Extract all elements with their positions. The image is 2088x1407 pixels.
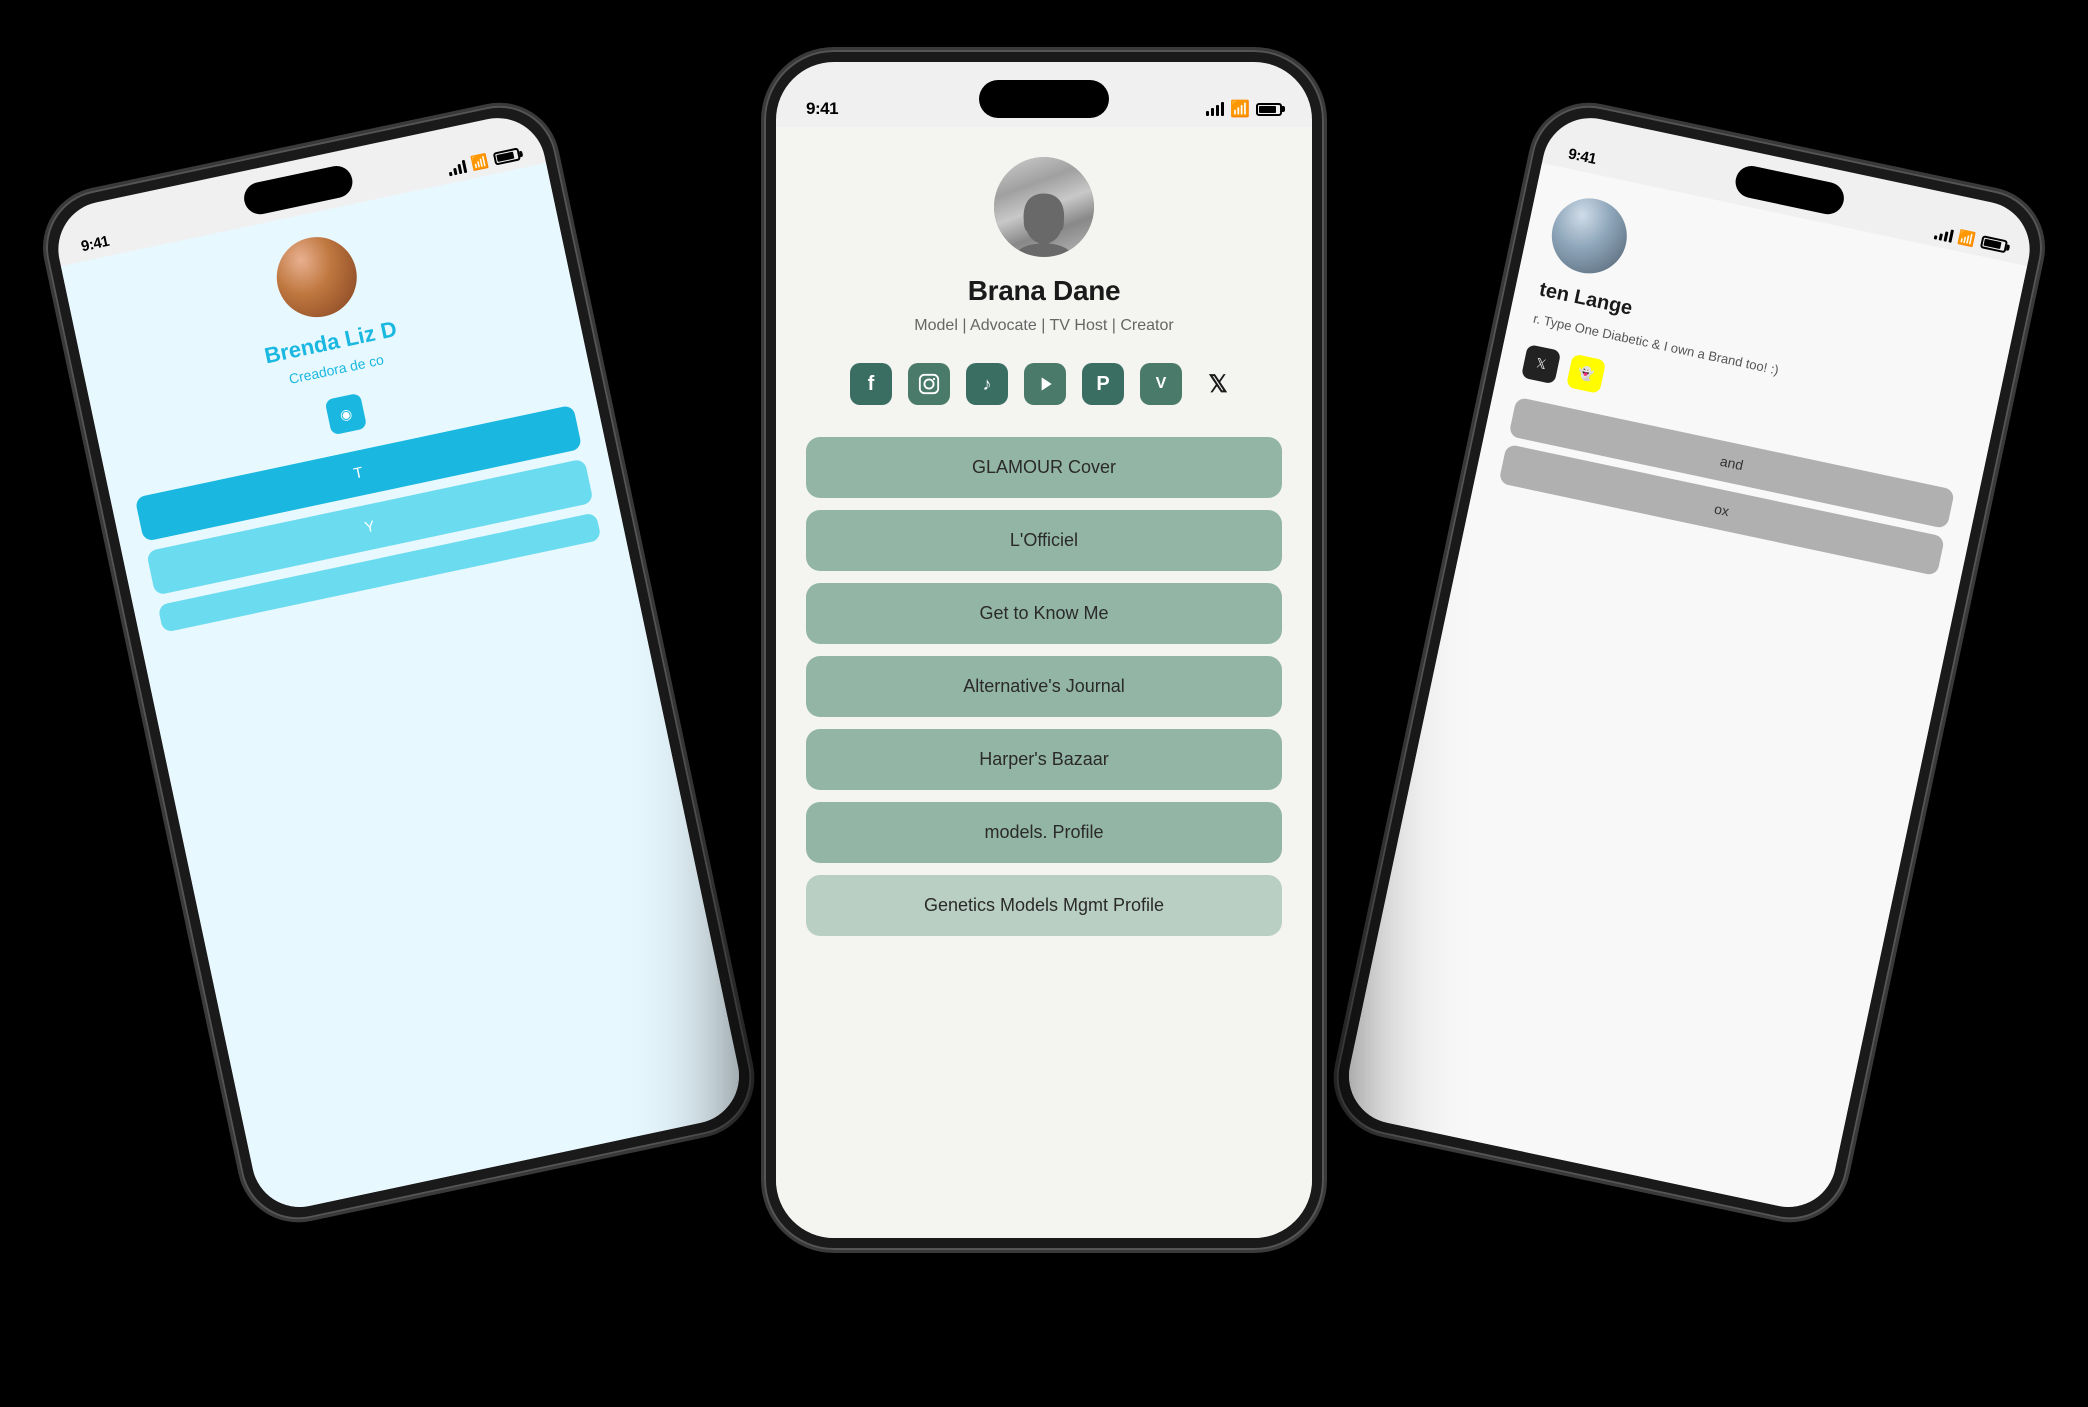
facebook-icon[interactable]: f: [850, 363, 892, 405]
center-phone: 9:41 📶: [764, 50, 1324, 1250]
left-social-icons: ◉: [325, 393, 368, 436]
link-glamour-cover[interactable]: GLAMOUR Cover: [806, 437, 1282, 498]
right-screen-content: ten Lange r. Type One Diabetic & I own a…: [1340, 163, 2027, 1216]
center-phone-screen: 9:41 📶: [776, 62, 1312, 1238]
link-harpers-bazaar[interactable]: Harper's Bazaar: [806, 729, 1282, 790]
left-battery: [493, 147, 521, 165]
link-get-to-know-me[interactable]: Get to Know Me: [806, 583, 1282, 644]
instagram-icon[interactable]: [908, 363, 950, 405]
social-icons-row: f ♪: [850, 363, 1238, 405]
right-snapchat-icon[interactable]: 👻: [1566, 353, 1606, 393]
link-alternatives-journal[interactable]: Alternative's Journal: [806, 656, 1282, 717]
left-phone-screen: 9:41 📶: [49, 109, 747, 1216]
scene: 9:41 📶: [0, 0, 2088, 1407]
profile-avatar: [994, 157, 1094, 257]
right-phone-screen: 9:41 📶: [1340, 109, 2038, 1216]
right-signal: [1933, 225, 1954, 242]
center-battery: [1256, 103, 1282, 116]
left-time: 9:41: [80, 233, 111, 255]
left-phone-shell: 9:41 📶: [35, 95, 762, 1230]
link-buttons-list: GLAMOUR Cover L'Officiel Get to Know Me …: [806, 437, 1282, 956]
right-battery: [1980, 235, 2008, 253]
x-twitter-icon[interactable]: 𝕏: [1198, 364, 1238, 404]
tiktok-icon[interactable]: ♪: [966, 363, 1008, 405]
center-status-icons: 📶: [1206, 99, 1282, 119]
left-phone: 9:41 📶: [35, 95, 762, 1230]
profile-name: Brana Dane: [968, 275, 1121, 307]
avatar-image: [994, 157, 1094, 257]
link-models-profile[interactable]: models. Profile: [806, 802, 1282, 863]
profile-bio: Model | Advocate | TV Host | Creator: [914, 317, 1173, 335]
center-wifi-icon: 📶: [1230, 99, 1250, 119]
venmo-icon[interactable]: V: [1140, 363, 1182, 405]
link-lofficiel[interactable]: L'Officiel: [806, 510, 1282, 571]
center-screen-content[interactable]: Brana Dane Model | Advocate | TV Host | …: [776, 127, 1312, 1238]
left-wifi-icon: 📶: [469, 152, 490, 172]
right-avatar: [1545, 191, 1634, 280]
left-avatar: [269, 230, 364, 325]
link-genetics-models[interactable]: Genetics Models Mgmt Profile: [806, 875, 1282, 936]
center-signal: [1206, 102, 1224, 116]
youtube-icon[interactable]: [1024, 363, 1066, 405]
left-screen-content: Brenda Liz D Creadora de co ◉ T Y: [61, 163, 748, 1216]
right-phone-shell: 9:41 📶: [1326, 95, 2053, 1230]
left-instagram-icon[interactable]: ◉: [325, 393, 368, 436]
center-phone-shell: 9:41 📶: [764, 50, 1324, 1250]
right-wifi-icon: 📶: [1957, 228, 1978, 248]
left-signal: [446, 158, 467, 175]
right-time: 9:41: [1567, 145, 1598, 167]
pinterest-icon[interactable]: P: [1082, 363, 1124, 405]
center-time: 9:41: [806, 99, 838, 119]
right-phone: 9:41 📶: [1326, 95, 2053, 1230]
right-x-icon[interactable]: 𝕏: [1521, 344, 1561, 384]
center-dynamic-island: [979, 80, 1109, 118]
